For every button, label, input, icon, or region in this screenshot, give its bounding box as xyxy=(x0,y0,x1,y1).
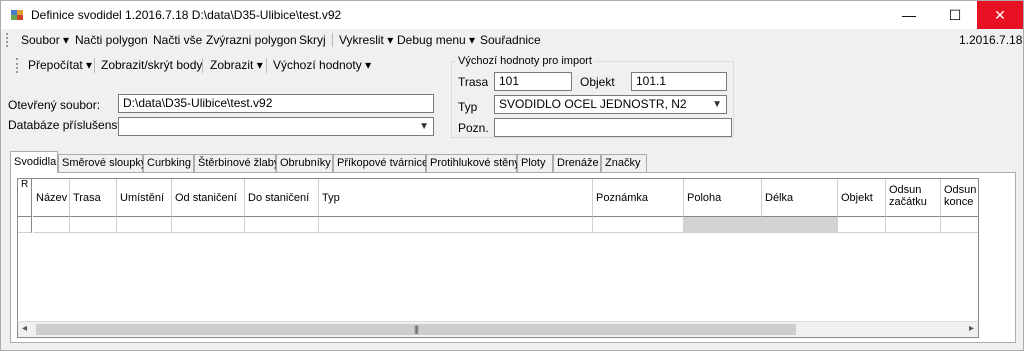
menu-separator xyxy=(332,33,333,47)
grid-cell[interactable] xyxy=(593,217,684,233)
chevron-down-icon: ▼ xyxy=(419,121,429,132)
scrollbar-thumb[interactable]: ||| xyxy=(36,324,796,335)
menu-nacti-polygon[interactable]: Načti polygon xyxy=(75,33,148,47)
objekt-field[interactable]: 101.1 xyxy=(631,72,727,91)
grid-cell[interactable] xyxy=(838,217,886,233)
column-header-typ[interactable]: Typ xyxy=(319,179,593,217)
tab-prikopove-tvarnice[interactable]: Příkopové tvárnice xyxy=(333,154,428,172)
column-header-do-staniceni[interactable]: Do staničení xyxy=(245,179,319,217)
tab-drenaze[interactable]: Drenáže xyxy=(553,154,601,172)
data-grid[interactable]: R Název Trasa Umístění Od staničení Do s… xyxy=(17,178,979,323)
row-header-cell[interactable] xyxy=(18,217,32,233)
typ-label: Typ xyxy=(458,100,478,114)
toolbar-zobrazit[interactable]: Zobrazit ▾ xyxy=(210,58,263,72)
menu-debug[interactable]: Debug menu ▾ xyxy=(397,33,475,47)
tab-svodidla[interactable]: Svodidla xyxy=(10,151,58,173)
toolbar-grip[interactable] xyxy=(16,58,18,73)
grid-cell[interactable] xyxy=(33,217,70,233)
menu-soubor[interactable]: Soubor ▾ xyxy=(21,33,69,47)
toolbar-separator xyxy=(266,58,267,73)
tab-smerove-sloupky[interactable]: Směrové sloupky xyxy=(58,154,146,172)
column-header-poznamka[interactable]: Poznámka xyxy=(593,179,684,217)
column-header-trasa[interactable]: Trasa xyxy=(70,179,117,217)
scroll-right-icon[interactable]: ▸ xyxy=(969,323,974,334)
open-file-label: Otevřený soubor: xyxy=(8,98,101,112)
column-header-od-staniceni[interactable]: Od staničení xyxy=(172,179,245,217)
scroll-left-icon[interactable]: ◂ xyxy=(22,323,27,334)
grid-cell[interactable] xyxy=(886,217,941,233)
grid-cell-readonly xyxy=(684,217,762,233)
horizontal-scrollbar[interactable]: ◂ ||| ▸ xyxy=(17,321,979,338)
chevron-down-icon: ▼ xyxy=(712,99,722,110)
pozn-field[interactable] xyxy=(494,118,732,137)
typ-select[interactable]: SVODIDLO OCEL JEDNOSTR, N2 ▼ xyxy=(494,95,727,114)
close-icon: ✕ xyxy=(994,6,1006,23)
menu-vykreslit[interactable]: Vykreslit ▾ xyxy=(339,33,393,47)
column-header-odsun-konce[interactable]: Odsun konce xyxy=(941,179,978,217)
column-header-nazev[interactable]: Název xyxy=(33,179,70,217)
minimize-button[interactable]: — xyxy=(886,1,932,29)
maximize-button[interactable]: ☐ xyxy=(932,1,978,29)
import-defaults-title: Výchozí hodnoty pro import xyxy=(456,55,594,67)
maximize-icon: ☐ xyxy=(948,6,962,23)
version-label: 1.2016.7.18 xyxy=(959,33,1023,47)
grid-cell-readonly xyxy=(762,217,838,233)
menu-souradnice[interactable]: Souřadnice xyxy=(480,33,541,47)
menu-zvyrazni-polygon[interactable]: Zvýrazni polygon xyxy=(206,33,297,47)
toolbar-prepocitat[interactable]: Přepočítat ▾ xyxy=(28,58,92,72)
menu-grip[interactable] xyxy=(6,33,8,47)
tab-obrubniky[interactable]: Obrubníky xyxy=(276,154,333,172)
column-header-poloha[interactable]: Poloha xyxy=(684,179,762,217)
menu-skryj[interactable]: Skryj xyxy=(299,33,326,47)
app-icon xyxy=(11,10,23,20)
open-file-field[interactable]: D:\data\D35-Ulibice\test.v92 xyxy=(118,94,434,113)
main-window: Definice svodidel 1.2016.7.18 D:\data\D3… xyxy=(0,0,1024,351)
tab-ploty[interactable]: Ploty xyxy=(517,154,553,172)
toolbar-vychozi-hodnoty[interactable]: Výchozí hodnoty ▾ xyxy=(273,58,371,72)
toolbar-separator xyxy=(94,58,95,73)
grid-cell[interactable] xyxy=(172,217,245,233)
column-header-odsun-zacatku[interactable]: Odsun začátku xyxy=(886,179,941,217)
minimize-icon: — xyxy=(902,7,916,23)
menu-nacti-vse[interactable]: Načti vše xyxy=(153,33,202,47)
grid-cell[interactable] xyxy=(117,217,172,233)
objekt-label: Objekt xyxy=(580,75,615,89)
trasa-field[interactable]: 101 xyxy=(494,72,572,91)
grid-cell[interactable] xyxy=(245,217,319,233)
grid-cell[interactable] xyxy=(70,217,117,233)
grip-icon: ||| xyxy=(414,324,419,334)
pozn-label: Pozn. xyxy=(458,121,489,135)
tab-protihlukove-steny[interactable]: Protihlukové stěny xyxy=(426,154,520,172)
grid-cell[interactable] xyxy=(941,217,978,233)
accessories-db-label: Databáze příslušenství xyxy=(8,118,131,132)
toolbar-zobrazit-skryt-body[interactable]: Zobrazit/skrýt body xyxy=(101,58,202,72)
tab-curbking[interactable]: Curbking xyxy=(143,154,194,172)
title-bar[interactable]: Definice svodidel 1.2016.7.18 D:\data\D3… xyxy=(1,1,1023,29)
accessories-db-select[interactable]: ▼ xyxy=(118,117,434,136)
column-header-objekt[interactable]: Objekt xyxy=(838,179,886,217)
close-button[interactable]: ✕ xyxy=(977,1,1023,29)
toolbar-separator xyxy=(202,58,203,73)
tab-znacky[interactable]: Značky xyxy=(601,154,647,172)
trasa-label: Trasa xyxy=(458,75,489,89)
grid-cell[interactable] xyxy=(319,217,593,233)
tab-sterbinove-zlaby[interactable]: Štěrbinové žlaby xyxy=(194,154,279,172)
row-header-column: R xyxy=(18,179,32,217)
column-header-umisteni[interactable]: Umístění xyxy=(117,179,172,217)
column-header-delka[interactable]: Délka xyxy=(762,179,838,217)
window-title: Definice svodidel 1.2016.7.18 D:\data\D3… xyxy=(31,8,342,22)
